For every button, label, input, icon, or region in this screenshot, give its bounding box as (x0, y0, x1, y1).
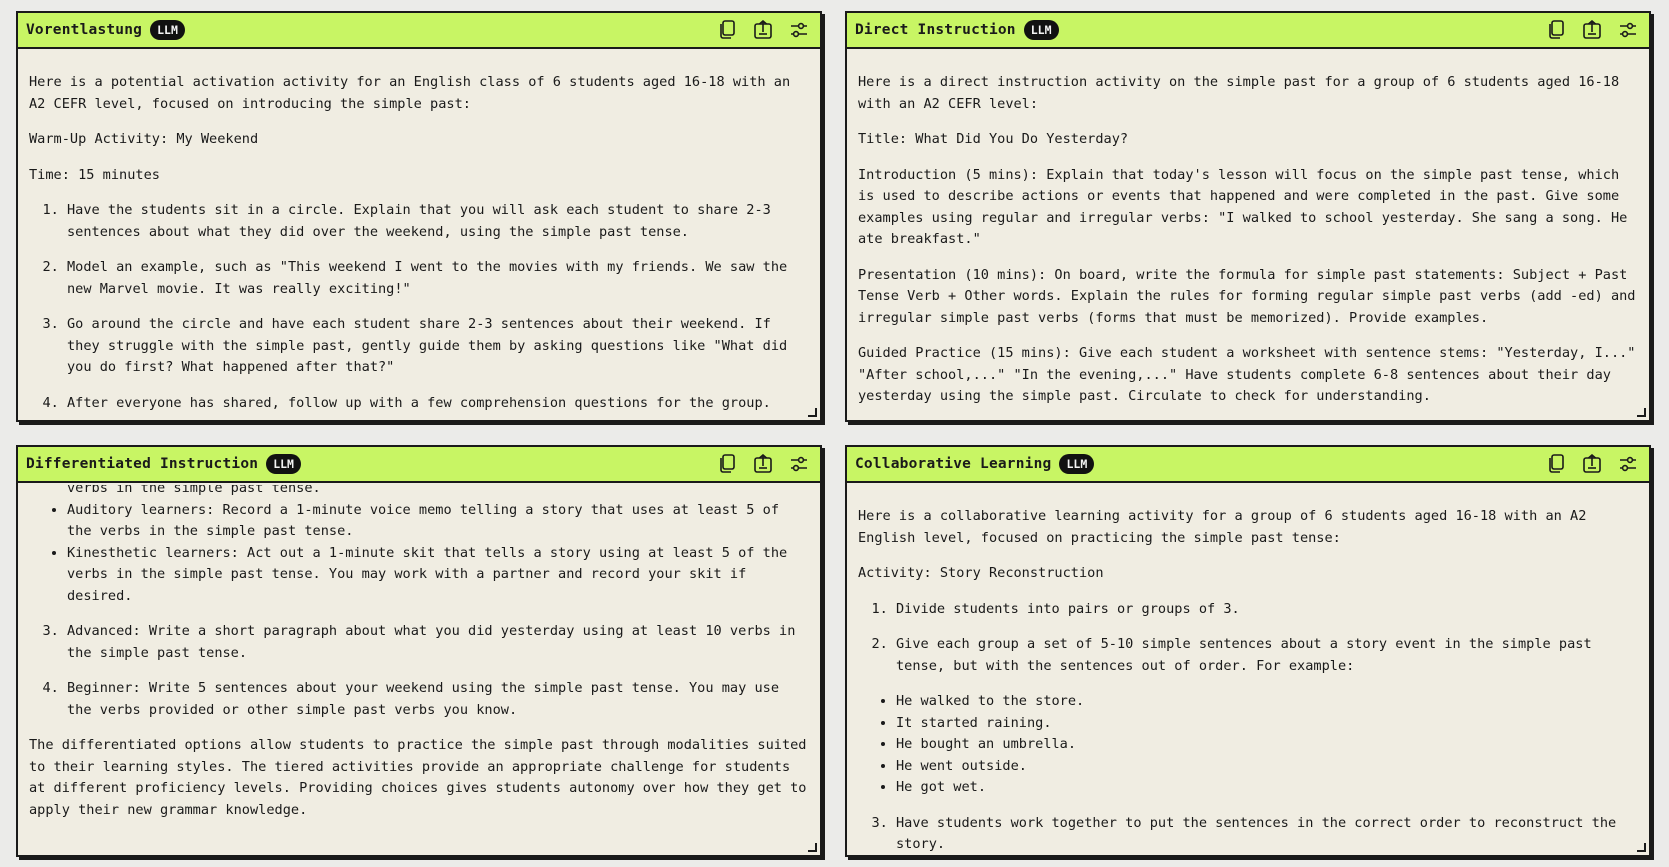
sliders-icon[interactable] (1617, 453, 1639, 475)
resize-handle[interactable] (1637, 843, 1646, 852)
activity-title: Warm-Up Activity: My Weekend (29, 131, 259, 147)
time-text: Time: 15 minutes (29, 166, 160, 183)
sliders-icon[interactable] (788, 453, 810, 475)
list-item: Model an example, such as "This weekend … (67, 257, 809, 300)
resize-handle[interactable] (808, 408, 817, 417)
export-icon[interactable] (1581, 453, 1603, 475)
panel-content[interactable]: Here is a direct instruction activity on… (847, 51, 1649, 420)
list-item: Auditory learners: Record a 1-minute voi… (67, 500, 809, 543)
resize-handle[interactable] (808, 843, 817, 852)
export-icon[interactable] (752, 453, 774, 475)
example-sentences-list: He walked to the store. It started raini… (858, 691, 1638, 799)
export-icon[interactable] (752, 19, 774, 41)
copy-icon[interactable] (716, 19, 738, 41)
modality-list: Auditory learners: Record a 1-minute voi… (29, 500, 809, 608)
steps-list: Have students work together to put the s… (858, 813, 1638, 856)
list-item: He went outside. (896, 756, 1638, 778)
list-item: Divide students into pairs or groups of … (896, 599, 1638, 621)
sliders-icon[interactable] (1617, 19, 1639, 41)
panel-title: Vorentlastung (26, 22, 143, 38)
panel-vorentlastung: Vorentlastung LLM Here is a potential ac… (16, 11, 822, 422)
panel-header: Vorentlastung LLM (18, 13, 820, 49)
paragraph: Presentation (10 mins): On board, write … (858, 266, 1636, 326)
list-item: Go around the circle and have each stude… (67, 314, 809, 379)
list-item-partial: verbs in the simple past tense. (67, 485, 321, 496)
modality-list: verbs in the simple past tense. (29, 485, 809, 500)
panel-header: Direct Instruction LLM (847, 13, 1649, 49)
intro-text: Here is a potential activation activity … (29, 74, 791, 112)
steps-list: Advanced: Write a short paragraph about … (29, 621, 809, 721)
intro-text: Here is a direct instruction activity on… (858, 74, 1620, 112)
list-item: He bought an umbrella. (896, 734, 1638, 756)
activity-title: Title: What Did You Do Yesterday? (858, 131, 1129, 147)
list-item: He got wet. (896, 777, 1638, 799)
panel-title: Differentiated Instruction (26, 456, 259, 472)
steps-list: Divide students into pairs or groups of … (858, 599, 1638, 678)
panel-differentiated-instruction: Differentiated Instruction LLM verbs in … (16, 445, 822, 857)
list-item: After everyone has shared, follow up wit… (67, 393, 809, 415)
panel-title: Collaborative Learning (855, 456, 1052, 472)
list-item: Beginner: Write 5 sentences about your w… (67, 678, 809, 721)
activity-title: Activity: Story Reconstruction (858, 565, 1104, 581)
copy-icon[interactable] (1545, 453, 1567, 475)
copy-icon[interactable] (716, 453, 738, 475)
llm-badge: LLM (150, 20, 185, 40)
sliders-icon[interactable] (788, 19, 810, 41)
list-item: Kinesthetic learners: Act out a 1-minute… (67, 543, 809, 608)
panel-title: Direct Instruction (855, 22, 1016, 38)
panel-collaborative-learning: Collaborative Learning LLM Here is a col… (845, 445, 1651, 857)
list-item: He walked to the store. (896, 691, 1638, 713)
list-item: Have the students sit in a circle. Expla… (67, 200, 809, 243)
panel-direct-instruction: Direct Instruction LLM Here is a direct … (845, 11, 1651, 422)
panel-content[interactable]: Here is a potential activation activity … (18, 51, 820, 420)
panel-header: Collaborative Learning LLM (847, 447, 1649, 483)
list-item: Have students work together to put the s… (896, 813, 1638, 856)
panel-content[interactable]: Here is a collaborative learning activit… (847, 485, 1649, 855)
paragraph: Guided Practice (15 mins): Give each stu… (858, 345, 1636, 404)
panel-content[interactable]: verbs in the simple past tense. Auditory… (18, 485, 820, 855)
list-item: It started raining. (896, 713, 1638, 735)
resize-handle[interactable] (1637, 408, 1646, 417)
list-item: Advanced: Write a short paragraph about … (67, 621, 809, 664)
list-item: Give each group a set of 5-10 simple sen… (896, 634, 1638, 677)
intro-text: Here is a collaborative learning activit… (858, 508, 1587, 546)
conclusion-text: The differentiated options allow student… (29, 737, 807, 818)
paragraph: Introduction (5 mins): Explain that toda… (858, 166, 1628, 248)
steps-list: Have the students sit in a circle. Expla… (29, 200, 809, 414)
copy-icon[interactable] (1545, 19, 1567, 41)
export-icon[interactable] (1581, 19, 1603, 41)
panel-header: Differentiated Instruction LLM (18, 447, 820, 483)
llm-badge: LLM (1023, 20, 1059, 40)
llm-badge: LLM (266, 454, 301, 474)
llm-badge: LLM (1059, 454, 1095, 474)
